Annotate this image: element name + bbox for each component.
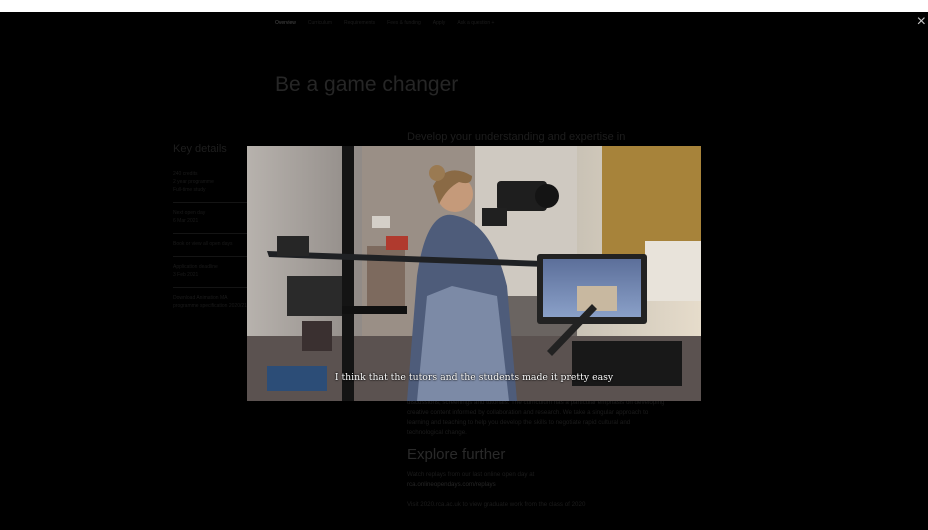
explore-further-heading: Explore further [407, 446, 506, 463]
fact-study-mode: Full-time study [173, 187, 206, 193]
facts-list: 240 credits 2 year programme Full-time s… [173, 170, 248, 194]
deadline-date: 3 Feb 2021 [173, 272, 199, 278]
deadline-label: Application deadline [173, 264, 218, 270]
divider [173, 202, 248, 203]
close-icon[interactable]: × [917, 14, 926, 30]
video-subtitle: I think that the tutors and the students… [334, 372, 614, 383]
download-spec-link[interactable]: Download Animation MA programme specific… [173, 294, 248, 310]
article-body: discussions, screenings and tutorials. T… [407, 398, 667, 510]
open-day-link[interactable]: Book or view all open days [173, 240, 248, 248]
top-white-strip [0, 0, 928, 12]
open-day-label: Next open day [173, 210, 206, 216]
graduate-work-link[interactable]: Visit 2020.rca.ac.uk to view graduate wo… [407, 500, 667, 510]
nav-fees-funding[interactable]: Fees & funding [387, 20, 421, 26]
open-day-date: 6 Mar 2021 [173, 218, 199, 224]
divider [173, 256, 248, 257]
nav-overview[interactable]: Overview [275, 20, 296, 26]
nav-requirements[interactable]: Requirements [344, 20, 375, 26]
replays-text: Watch replays from our last online open … [407, 471, 535, 478]
key-details-sidebar: Key details 240 credits 2 year programme… [173, 143, 248, 318]
nav-apply[interactable]: Apply [433, 20, 446, 26]
video-frame [247, 146, 701, 401]
fact-duration: 2 year programme [173, 179, 214, 185]
nav-curriculum[interactable]: Curriculum [308, 20, 332, 26]
replays-link[interactable]: rca.onlineopendays.com/replays [407, 480, 667, 490]
article-paragraph: discussions, screenings and tutorials. T… [407, 399, 665, 436]
divider [173, 233, 248, 234]
page-title: Be a game changer [275, 73, 459, 96]
key-details-title: Key details [173, 143, 227, 155]
intro-text: Develop your understanding and expertise… [407, 131, 626, 143]
divider [173, 287, 248, 288]
fact-credits: 240 credits [173, 171, 198, 177]
nav-ask-question[interactable]: Ask a question + [457, 20, 494, 26]
page-nav: Overview Curriculum Requirements Fees & … [275, 20, 494, 26]
video-player[interactable]: I think that the tutors and the students… [247, 146, 701, 401]
